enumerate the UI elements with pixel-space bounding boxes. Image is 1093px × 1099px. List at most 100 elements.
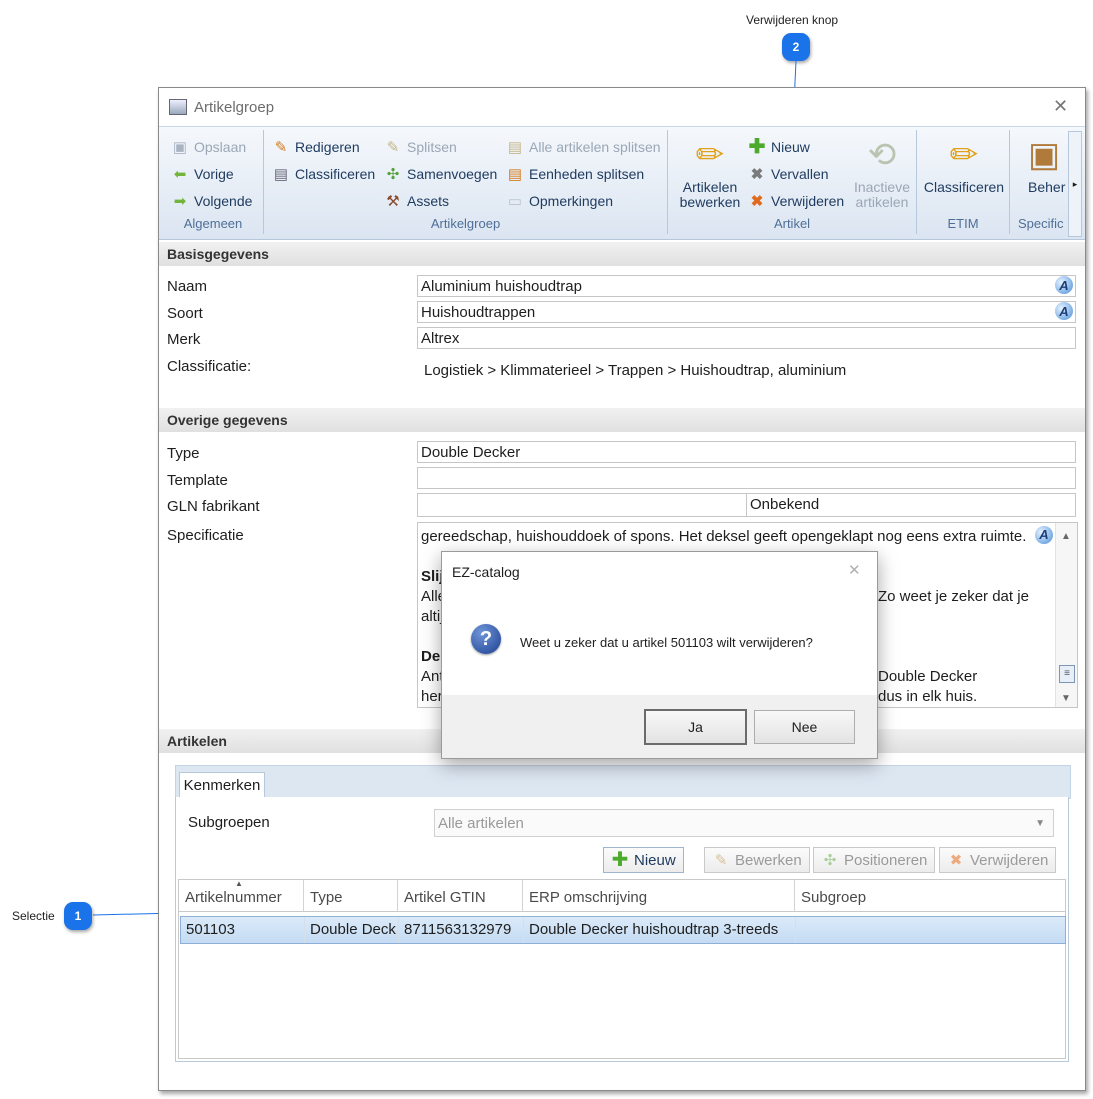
- column-header-gtin[interactable]: Artikel GTIN: [398, 880, 523, 912]
- soort-field[interactable]: Huishoudtrappen A: [417, 301, 1076, 323]
- tab-kenmerken[interactable]: Kenmerken: [179, 772, 265, 799]
- tab-strip: [175, 765, 1071, 799]
- chevron-down-icon: ▼: [1035, 818, 1045, 829]
- callout-label-selection: Selectie: [12, 909, 55, 923]
- callout-marker-1: 1: [64, 902, 92, 930]
- comment-icon: ▭: [507, 192, 523, 210]
- cell-artikelnummer: 501103: [181, 917, 305, 943]
- ribbon-scroll-right-button[interactable]: ▸: [1068, 131, 1082, 237]
- merk-field[interactable]: Altrex: [417, 327, 1076, 349]
- articles-grid: Artikelnummer ▲ Type Artikel GTIN ERP om…: [178, 879, 1066, 1059]
- etim-classify-button[interactable]: ✏ Classificeren: [923, 136, 1005, 195]
- close-icon[interactable]: ✕: [1053, 96, 1068, 117]
- merge-button[interactable]: ✣ Samenvoegen: [384, 165, 498, 183]
- sort-ascending-icon: ▲: [235, 879, 243, 888]
- save-icon: ▣: [172, 138, 188, 156]
- spec-line: Double Decker: [878, 668, 978, 685]
- expire-icon: ✖: [750, 165, 764, 183]
- question-icon: ?: [471, 624, 501, 654]
- classify-group-button[interactable]: ▤ Classificeren: [272, 165, 375, 183]
- gln-field[interactable]: [417, 493, 747, 517]
- cell-subgroep: [796, 917, 1064, 943]
- cell-erp: Double Decker huishoudtrap 3-treeds: [524, 917, 796, 943]
- scroll-up-icon[interactable]: ▲: [1061, 527, 1071, 547]
- spellcheck-icon[interactable]: A: [1055, 302, 1073, 320]
- plus-icon: ✚: [748, 136, 766, 158]
- expire-article-button[interactable]: ✖ Vervallen: [748, 165, 829, 183]
- delete-icon: ✖: [949, 851, 963, 869]
- confirm-delete-dialog: EZ-catalog ✕ ? Weet u zeker dat u artike…: [441, 551, 878, 759]
- spellcheck-icon[interactable]: A: [1035, 526, 1053, 544]
- column-header-type[interactable]: Type: [304, 880, 398, 912]
- naam-label: Naam: [167, 278, 208, 295]
- gln-label: GLN fabrikant: [167, 498, 260, 515]
- scroll-thumb[interactable]: ≡: [1059, 665, 1075, 683]
- edit-articles-button[interactable]: ✏ Artikelen bewerken: [672, 136, 748, 210]
- next-button[interactable]: ➡ Volgende: [171, 192, 253, 210]
- yes-button[interactable]: Ja: [644, 709, 747, 745]
- split-units-button[interactable]: ▤ Eenheden splitsen: [506, 165, 644, 183]
- classificatie-path: Logistiek > Klimmaterieel > Trappen > Hu…: [424, 362, 847, 379]
- scroll-down-icon[interactable]: ▼: [1061, 689, 1071, 707]
- spellcheck-icon[interactable]: A: [1055, 276, 1073, 294]
- new-article-button[interactable]: ✚ Nieuw: [748, 136, 810, 158]
- subgroepen-select[interactable]: Alle artikelen ▼: [434, 809, 1054, 837]
- table-row[interactable]: 501103 Double Deck 8711563132979 Double …: [180, 916, 1066, 944]
- remarks-button[interactable]: ▭ Opmerkingen: [506, 192, 613, 210]
- spec-line: dus in elk huis.: [878, 688, 978, 705]
- ribbon-group-artikelgroep: ✎ Redigeren ▤ Classificeren ✎ Splitsen ✣…: [264, 130, 668, 234]
- textarea-scrollbar[interactable]: ▲ ≡ ▼: [1055, 523, 1077, 707]
- dialog-title: EZ-catalog: [452, 564, 520, 580]
- move-icon: ✣: [823, 851, 837, 869]
- tab-content: Subgroepen Alle artikelen ▼ ✚ Nieuw ✎ Be…: [175, 797, 1069, 1062]
- assets-button[interactable]: ⚒ Assets: [384, 192, 449, 210]
- split-all-icon: ▤: [507, 138, 523, 156]
- no-button[interactable]: Nee: [754, 710, 855, 744]
- arrow-right-icon: ➡: [173, 192, 187, 210]
- inactive-articles-button[interactable]: ⟲ Inactieve artikelen: [848, 136, 916, 210]
- grid-new-button[interactable]: ✚ Nieuw: [603, 847, 684, 873]
- pencil-icon: ✏: [695, 136, 725, 174]
- merk-label: Merk: [167, 331, 201, 348]
- spec-line: her: [421, 688, 443, 705]
- manage-button[interactable]: ▣ Beher: [1028, 136, 1068, 195]
- specificatie-label: Specificatie: [167, 527, 244, 544]
- grid-position-button[interactable]: ✣ Positioneren: [813, 847, 936, 873]
- spec-line: De: [421, 648, 441, 665]
- edit-icon: ✎: [274, 138, 288, 156]
- ribbon-toolbar: ▣ Opslaan ⬅ Vorige ➡ Volgende Algemeen ✎…: [159, 126, 1085, 240]
- merge-icon: ✣: [386, 165, 400, 183]
- template-label: Template: [167, 472, 228, 489]
- column-header-erp[interactable]: ERP omschrijving: [523, 880, 795, 912]
- spec-line: Zo weet je zeker dat je: [878, 588, 1029, 605]
- tools-icon: ⚒: [386, 192, 400, 210]
- edit-group-button[interactable]: ✎ Redigeren: [272, 138, 360, 156]
- delete-article-button[interactable]: ✖ Verwijderen: [748, 192, 844, 210]
- previous-button[interactable]: ⬅ Vorige: [171, 165, 234, 183]
- save-button[interactable]: ▣ Opslaan: [171, 138, 246, 156]
- edit-icon: ✎: [714, 851, 728, 869]
- grid-header: Artikelnummer ▲ Type Artikel GTIN ERP om…: [179, 879, 1065, 912]
- grid-edit-button[interactable]: ✎ Bewerken: [704, 847, 810, 873]
- dialog-close-icon[interactable]: ✕: [848, 561, 861, 579]
- split-button[interactable]: ✎ Splitsen: [384, 138, 457, 156]
- template-field[interactable]: [417, 467, 1076, 489]
- section-header-overige: Overige gegevens: [159, 408, 1085, 432]
- subgroepen-label: Subgroepen: [188, 814, 270, 831]
- soort-label: Soort: [167, 305, 203, 322]
- window-app-icon: [169, 99, 187, 115]
- arrow-left-icon: ⬅: [173, 165, 187, 183]
- split-all-articles-button[interactable]: ▤ Alle artikelen splitsen: [506, 138, 661, 156]
- gln-status-field: Onbekend: [746, 493, 1076, 517]
- ribbon-group-artikel: ✏ Artikelen bewerken ✚ Nieuw ✖ Vervallen…: [668, 130, 917, 234]
- ribbon-group-label: ETIM: [947, 216, 979, 231]
- grid-delete-button[interactable]: ✖ Verwijderen: [939, 847, 1057, 873]
- inactive-box-icon: ⟲: [867, 136, 897, 174]
- cell-gtin: 8711563132979: [399, 917, 524, 943]
- naam-field[interactable]: Aluminium huishoudtrap A: [417, 275, 1076, 297]
- box-icon: ▣: [1028, 136, 1061, 174]
- title-bar: Artikelgroep ✕: [159, 88, 1085, 126]
- type-field[interactable]: Double Decker: [417, 441, 1076, 463]
- column-header-subgroep[interactable]: Subgroep: [795, 880, 1065, 912]
- delete-icon: ✖: [750, 192, 764, 210]
